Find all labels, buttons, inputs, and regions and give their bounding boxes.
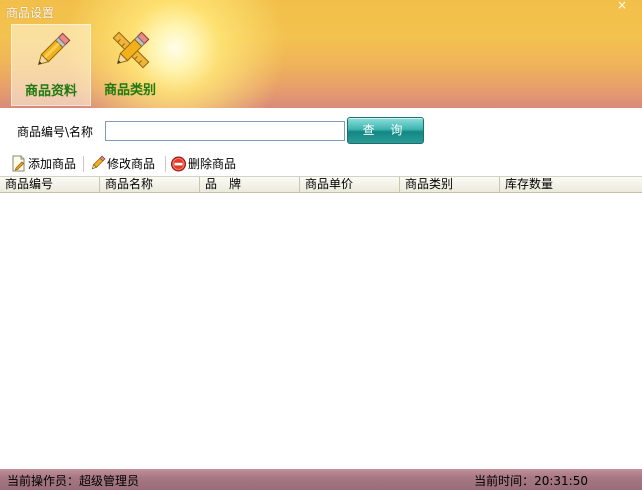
column-header-product-id[interactable]: 商品编号	[0, 177, 100, 192]
title-bar: 商品设置 ×	[0, 0, 642, 22]
add-product-label: 添加商品	[28, 157, 77, 171]
toolbar-divider	[83, 156, 84, 172]
column-header-unit-price[interactable]: 商品单价	[300, 177, 400, 192]
module-product-category[interactable]: 商品类别	[91, 24, 169, 104]
search-label: 商品编号\名称	[17, 125, 94, 139]
column-header-category[interactable]: 商品类别	[400, 177, 500, 192]
add-product-button[interactable]: 添加商品	[10, 154, 80, 174]
edit-product-label: 修改商品	[107, 157, 156, 171]
edit-product-button[interactable]: 修改商品	[89, 154, 163, 174]
module-product-info[interactable]: 商品资料	[11, 24, 91, 106]
table-header: 商品编号 商品名称 品 牌 商品单价 商品类别 库存数量	[0, 176, 642, 193]
table-body[interactable]	[0, 193, 642, 469]
status-bar: 当前操作员：超级管理员 当前时间：20:31:50	[0, 469, 642, 490]
search-button[interactable]: 查 询	[347, 117, 424, 144]
toolbar-divider	[165, 156, 166, 172]
pencil-ruler-icon	[109, 28, 153, 72]
module-label-product-category: 商品类别	[103, 83, 156, 98]
column-header-product-name[interactable]: 商品名称	[100, 177, 200, 192]
pencil-edit-icon	[89, 155, 106, 172]
search-input[interactable]	[105, 121, 345, 141]
pencil-icon	[30, 29, 74, 73]
delete-icon	[170, 155, 187, 172]
column-header-stock-qty[interactable]: 库存数量	[500, 177, 642, 192]
window-title: 商品设置	[6, 6, 55, 20]
current-operator: 当前操作员：超级管理员	[7, 474, 140, 488]
delete-product-button[interactable]: 删除商品	[170, 154, 242, 174]
close-icon[interactable]: ×	[614, 0, 630, 11]
current-time: 当前时间：20:31:50	[474, 474, 588, 488]
module-label-product-info: 商品资料	[24, 84, 77, 99]
add-document-icon	[10, 155, 27, 172]
header-banner: 商品设置 × 商品资料 商品类别	[0, 0, 642, 108]
column-header-brand[interactable]: 品 牌	[200, 177, 300, 192]
delete-product-label: 删除商品	[188, 157, 237, 171]
